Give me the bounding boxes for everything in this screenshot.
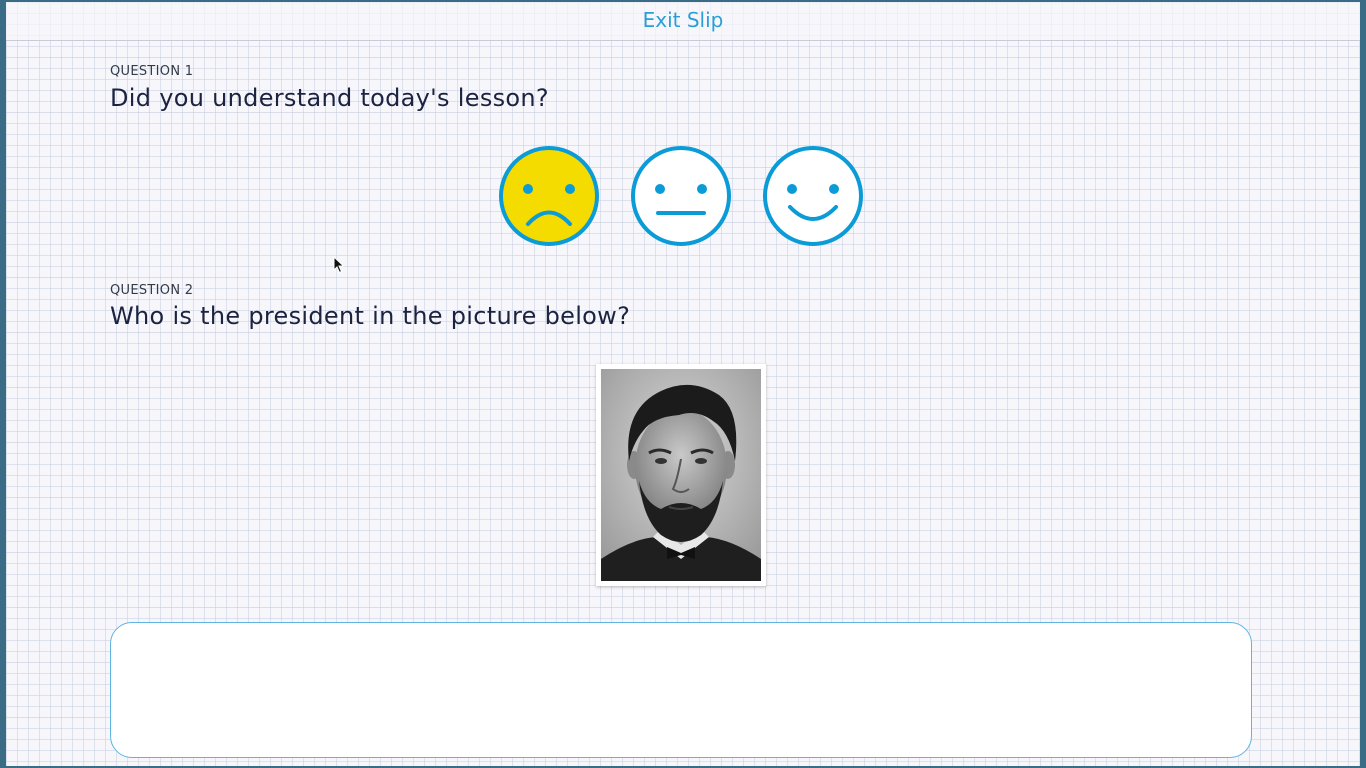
neutral-face-icon xyxy=(631,146,731,246)
happy-face-icon xyxy=(763,146,863,246)
president-portrait-frame xyxy=(596,364,766,586)
page-title: Exit Slip xyxy=(642,8,724,32)
mouse-pointer-icon xyxy=(333,256,345,274)
sad-face-icon xyxy=(499,146,599,246)
header-bar: Exit Slip xyxy=(6,2,1360,41)
neutral-face-option[interactable] xyxy=(630,145,732,247)
sad-face-option[interactable] xyxy=(498,145,600,247)
president-portrait-image xyxy=(601,369,761,581)
question-1-label: QUESTION 1 xyxy=(110,64,194,79)
question-2-text: Who is the president in the picture belo… xyxy=(110,302,631,330)
question-2-label: QUESTION 2 xyxy=(110,283,194,298)
happy-face-option[interactable] xyxy=(762,145,864,247)
question-1-text: Did you understand today's lesson? xyxy=(110,84,549,112)
answer-input[interactable] xyxy=(110,622,1252,758)
exit-slip-page: Exit Slip QUESTION 1 Did you understand … xyxy=(6,2,1360,766)
